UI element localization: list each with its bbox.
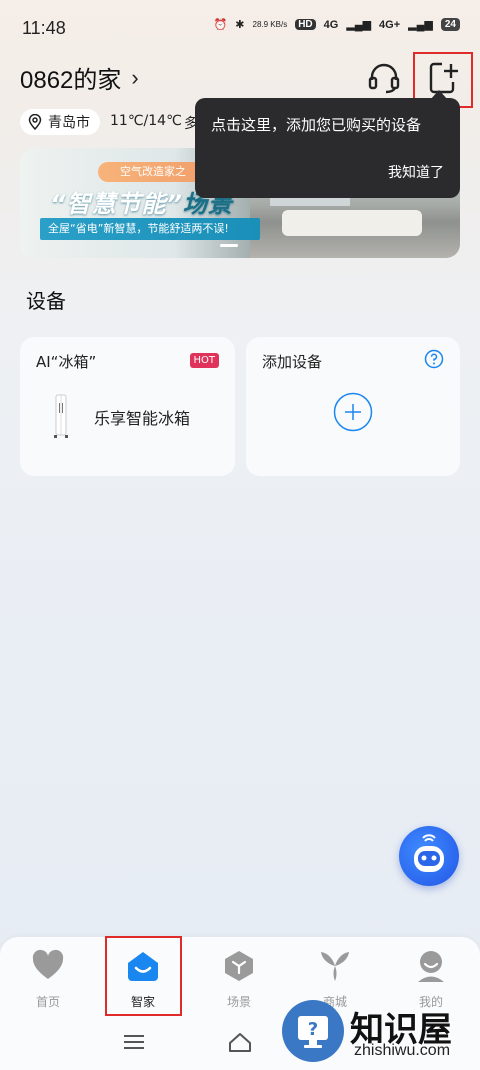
home-name: 0862的家 [20, 67, 122, 94]
nav-label: 首页 [35, 995, 60, 1009]
alarm-icon: ⏰ [213, 19, 228, 31]
watermark: ? 知识屋 zhishiwu.com [278, 1000, 480, 1070]
watermark-url: zhishiwu.com [354, 1042, 451, 1059]
status-bar: 11:48 ⏰ ✱ 28.9 KB/s HD 4G ▂▄▆ 4G+ ▂▄▆ 24 [0, 0, 480, 56]
home-icon[interactable] [227, 1030, 253, 1054]
propeller-icon [321, 952, 349, 981]
device-category-label: AI“冰箱” [36, 353, 97, 371]
svg-text:?: ? [308, 1019, 318, 1040]
device-card-fridge[interactable]: AI“冰箱” HOT 乐享智能冰箱 [20, 337, 235, 476]
devices-section-title: 设备 [26, 289, 66, 313]
watermark-logo: ? [282, 1000, 344, 1062]
bluetooth-icon: ✱ [235, 19, 245, 31]
assistant-robot-button[interactable] [399, 826, 459, 886]
user-icon [418, 951, 444, 982]
headset-icon[interactable] [366, 60, 402, 96]
banner-tag: 空气改造家之 [98, 162, 208, 182]
robot-icon [414, 834, 444, 872]
add-circle-button[interactable] [333, 392, 373, 432]
banner-title-main: “智慧节能” [50, 190, 183, 218]
fridge-icon [54, 394, 68, 438]
battery-indicator: 24 [440, 18, 460, 31]
location-chip[interactable]: 青岛市 [20, 109, 100, 135]
signal-icon: ▂▄▆ [346, 19, 372, 31]
city-label: 青岛市 [48, 115, 90, 131]
pager-dot [220, 244, 238, 247]
status-icons: ⏰ ✱ 28.9 KB/s HD 4G ▂▄▆ 4G+ ▂▄▆ 24 [214, 18, 460, 31]
signal-icon: ▂▄▆ [408, 19, 433, 31]
guide-tooltip: 点击这里，添加您已购买的设备 我知道了 [195, 98, 460, 198]
home-selector[interactable]: 0862的家 › [20, 60, 139, 95]
device-name: 乐享智能冰箱 [94, 409, 191, 428]
banner-pager [220, 244, 238, 247]
hd-badge: HD [295, 19, 316, 30]
net-speed: 28.9 KB/s [252, 20, 288, 29]
network-1: 4G [323, 18, 339, 31]
location-pin-icon [28, 114, 42, 130]
monitor-question-icon: ? [298, 1016, 328, 1048]
status-time: 11:48 [22, 18, 66, 38]
got-it-button[interactable]: 我知道了 [388, 162, 444, 182]
add-device-label: 添加设备 [262, 353, 323, 371]
hot-badge: HOT [189, 353, 219, 368]
banner-subtitle: 全屋“省电”新智慧，节能舒适两不误! [40, 218, 260, 240]
nav-item-home[interactable]: 首页 [8, 949, 88, 1010]
tooltip-text: 点击这里，添加您已购买的设备 [211, 116, 422, 134]
heart-icon [32, 949, 64, 979]
nav-item-scene[interactable]: 场景 [199, 949, 279, 1010]
banner-sofa [282, 210, 422, 236]
cube-icon [225, 951, 253, 981]
highlight-box [105, 936, 182, 1016]
chevron-right-icon: › [131, 64, 139, 90]
network-2: 4G+ [379, 18, 401, 31]
temperature: 11℃/14℃ [110, 113, 182, 129]
nav-label: 场景 [226, 995, 251, 1009]
add-device-card[interactable]: 添加设备 [246, 337, 460, 476]
help-icon[interactable] [424, 349, 444, 369]
menu-icon[interactable] [121, 1030, 147, 1054]
